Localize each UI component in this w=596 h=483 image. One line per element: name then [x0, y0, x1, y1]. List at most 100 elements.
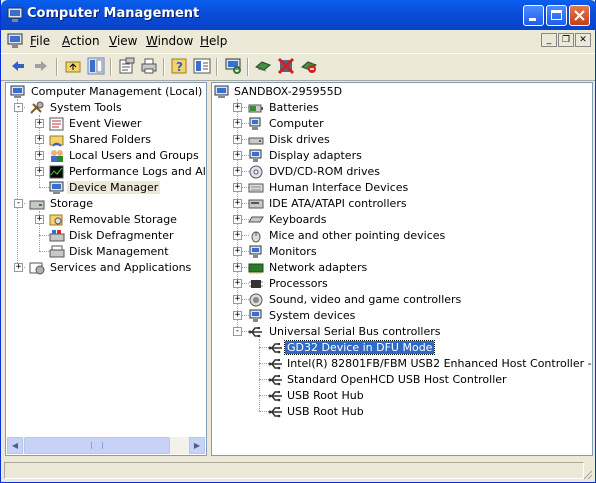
resize-grip-icon[interactable] — [581, 468, 593, 480]
usb-device-item[interactable]: Intel(R) 82801FB/FBM USB2 Enhanced Host … — [268, 356, 592, 372]
device-tree-root[interactable]: SANDBOX-295955D — [214, 84, 584, 100]
usb-device-selected[interactable]: GD32 Device in DFU Mode — [268, 340, 588, 356]
device-category-ide-controller[interactable]: + IDE ATA/ATAPI controllers — [232, 196, 582, 212]
usb-device-item[interactable]: USB Root Hub — [268, 388, 588, 404]
device-category-dvd-drive[interactable]: + DVD/CD-ROM drives — [232, 164, 582, 180]
device-tree-pane[interactable]: SANDBOX-295955D + Batteries + Computer + Disk… — [211, 82, 593, 456]
tree-item-event-viewer[interactable]: + Event Viewer — [32, 116, 202, 132]
device-category-monitor[interactable]: + Monitors — [232, 244, 582, 260]
tree-item-local-users-groups[interactable]: + Local Users and Groups — [32, 148, 202, 164]
tree-label: GD32 Device in DFU Mode — [283, 340, 436, 355]
menu-view[interactable]: View — [109, 34, 137, 48]
scroll-left-button[interactable]: ◀ — [7, 437, 23, 454]
back-arrow-icon[interactable] — [9, 57, 27, 75]
scroll-right-button[interactable]: ▶ — [189, 437, 205, 454]
expand-icon[interactable]: + — [233, 135, 242, 144]
expand-icon[interactable]: + — [233, 247, 242, 256]
menu-action[interactable]: Action — [62, 34, 100, 48]
device-category-system-devices[interactable]: + System devices — [232, 308, 582, 324]
shared-folder-icon — [49, 135, 64, 147]
device-category-sound[interactable]: + Sound, video and game controllers — [232, 292, 582, 308]
usb-icon — [268, 391, 282, 402]
expand-icon[interactable]: + — [233, 183, 242, 192]
tree-label: Event Viewer — [69, 117, 142, 130]
expand-icon[interactable]: + — [233, 231, 242, 240]
tree-item-device-manager[interactable]: Device Manager — [32, 180, 202, 196]
properties-icon[interactable] — [117, 57, 135, 75]
tree-label: Services and Applications — [50, 261, 192, 274]
help-icon[interactable]: ? — [170, 57, 188, 75]
device-category-disk-drive[interactable]: + Disk drives — [232, 132, 582, 148]
menu-help[interactable]: Help — [200, 34, 227, 48]
device-category-processor[interactable]: + Processors — [232, 276, 582, 292]
device-category-network-adapter[interactable]: + Network adapters — [232, 260, 582, 276]
device-category-keyboard[interactable]: + Keyboards — [232, 212, 582, 228]
device-category-usb[interactable]: - Universal Serial Bus controllers — [232, 324, 582, 340]
collapse-icon[interactable]: - — [14, 103, 23, 112]
expand-icon[interactable]: + — [233, 103, 242, 112]
tree-item-removable-storage[interactable]: + Removable Storage — [32, 212, 202, 228]
expand-icon[interactable]: + — [233, 151, 242, 160]
scroll-thumb[interactable] — [24, 437, 170, 454]
computer-management-icon — [7, 7, 23, 22]
usb-device-item[interactable]: USB Root Hub — [268, 404, 588, 420]
tree-item-shared-folders[interactable]: + Shared Folders — [32, 132, 202, 148]
show-hide-tree-icon[interactable] — [87, 57, 105, 75]
device-category-battery[interactable]: + Batteries — [232, 100, 582, 116]
expand-icon[interactable]: + — [35, 167, 44, 176]
left-pane-horizontal-scrollbar[interactable]: ◀ ▶ — [7, 437, 205, 454]
mdi-restore-button[interactable]: ❐ — [558, 33, 574, 47]
device-category-display-adapter[interactable]: + Display adapters — [232, 148, 582, 164]
scan-hardware-icon[interactable] — [224, 57, 242, 75]
menu-window[interactable]: Window — [146, 34, 193, 48]
tree-label: Human Interface Devices — [269, 181, 409, 194]
expand-icon[interactable]: + — [35, 119, 44, 128]
expand-icon[interactable]: + — [233, 199, 242, 208]
tree-item-storage[interactable]: - Storage — [12, 196, 202, 212]
expand-icon[interactable]: + — [35, 135, 44, 144]
tree-item-system-tools[interactable]: - System Tools — [12, 100, 202, 116]
expand-icon[interactable]: + — [233, 119, 242, 128]
status-panel — [4, 462, 584, 479]
expand-icon[interactable]: + — [35, 151, 44, 160]
expand-icon[interactable]: + — [35, 215, 44, 224]
device-category-mouse[interactable]: + Mice and other pointing devices — [232, 228, 582, 244]
expand-icon[interactable]: + — [233, 215, 242, 224]
update-driver-icon[interactable] — [254, 57, 272, 75]
expand-icon[interactable]: + — [233, 279, 242, 288]
expand-icon[interactable]: + — [233, 295, 242, 304]
menu-file[interactable]: File — [30, 34, 50, 48]
expand-icon[interactable]: + — [233, 167, 242, 176]
tree-item-performance-logs[interactable]: + Performance Logs and Alerts — [32, 164, 206, 180]
collapse-icon[interactable]: - — [14, 199, 23, 208]
tree-item-disk-defragmenter[interactable]: Disk Defragmenter — [32, 228, 202, 244]
forward-arrow-icon[interactable] — [32, 57, 50, 75]
maximize-button[interactable] — [546, 5, 567, 26]
tree-root-computer-management[interactable]: Computer Management (Local) — [10, 84, 202, 100]
up-folder-icon[interactable] — [64, 57, 82, 75]
expand-icon[interactable]: + — [233, 263, 242, 272]
close-button[interactable] — [569, 5, 590, 26]
minimize-button[interactable] — [523, 5, 544, 26]
device-category-hid[interactable]: + Human Interface Devices — [232, 180, 582, 196]
mdi-minimize-button[interactable]: _ — [541, 33, 557, 47]
tree-item-disk-management[interactable]: Disk Management — [32, 244, 202, 260]
usb-device-item[interactable]: Standard OpenHCD USB Host Controller — [268, 372, 588, 388]
print-icon[interactable] — [140, 57, 158, 75]
tree-item-services-applications[interactable]: + Services and Applications — [12, 260, 202, 276]
action-pane-icon[interactable] — [193, 57, 211, 75]
collapse-icon[interactable]: - — [233, 327, 242, 336]
app-menu-icon[interactable] — [7, 33, 23, 49]
device-category-computer[interactable]: + Computer — [232, 116, 582, 132]
disable-device-icon[interactable] — [300, 57, 318, 75]
usb-icon — [268, 407, 282, 418]
console-tree-pane[interactable]: Computer Management (Local) - System Too… — [5, 82, 207, 456]
expand-icon[interactable]: + — [14, 263, 23, 272]
mdi-close-button[interactable]: ✕ — [575, 33, 591, 47]
battery-icon — [248, 104, 263, 113]
computer-icon — [214, 85, 229, 98]
title-bar[interactable]: Computer Management — [1, 0, 596, 30]
uninstall-device-icon[interactable] — [277, 57, 295, 75]
expand-icon[interactable]: + — [233, 311, 242, 320]
tree-label: Device Manager — [67, 181, 161, 194]
